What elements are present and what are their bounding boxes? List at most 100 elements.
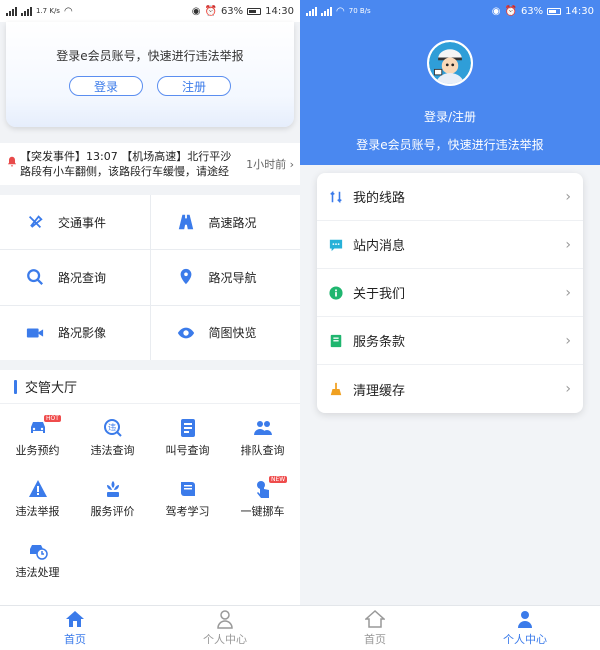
tab-label: 个人中心 (503, 633, 547, 646)
news-text: 【突发事件】13:07 【机场高速】北行平沙路段有小车翻侧，该路段行车缓慢，请途… (20, 150, 232, 178)
eye-status-icon: ◉ (491, 5, 501, 17)
route-icon (330, 190, 342, 203)
chevron-right-icon: › (565, 381, 571, 397)
traffic-hall: 交管大厅 HOT 业务预约 违 违法查询 叫号查询 排队查询 违法举报 服务评价… (0, 370, 300, 605)
hall-item-driving-study[interactable]: 驾考学习 (150, 479, 225, 540)
hot-badge: HOT (44, 415, 61, 422)
hall-item-move-car[interactable]: NEW 一键挪车 (225, 476, 300, 540)
news-time: 1小时前 › (246, 158, 294, 171)
hall-item-service-rating[interactable]: 服务评价 (75, 479, 150, 540)
menu-item-messages[interactable]: 站内消息 › (317, 221, 583, 269)
hall-item-label: 服务评价 (90, 505, 135, 518)
bell-icon (6, 156, 20, 172)
menu-label: 服务条款 (353, 335, 406, 350)
terms-icon (330, 334, 342, 347)
tab-profile[interactable]: 个人中心 (450, 606, 600, 650)
login-register-link[interactable]: 登录/注册 (300, 108, 600, 125)
query-icon: 违 (103, 419, 122, 437)
location-icon (180, 269, 191, 285)
road-icon (178, 214, 193, 230)
hall-item-violation-query[interactable]: 违 违法查询 (75, 418, 150, 479)
login-hint: 登录e会员账号，快速进行违法举报 (356, 138, 544, 152)
login-card: 登录e会员账号，快速进行违法举报 登录 注册 (6, 22, 294, 127)
tab-home[interactable]: 首页 (300, 606, 450, 650)
chevron-right-icon: › (565, 332, 571, 349)
service-road-query[interactable]: 路况查询 (0, 250, 150, 305)
title-accent-bar (14, 379, 17, 394)
hall-item-queue-query[interactable]: 排队查询 (225, 418, 300, 479)
tab-home[interactable]: 首页 (0, 606, 150, 650)
login-prompt: 登录e会员账号，快速进行违法举报 (56, 49, 244, 63)
menu-item-clear-cache[interactable]: 清理缓存 › (317, 365, 583, 413)
tab-bar: 首页 个人中心 (0, 605, 300, 650)
service-highway[interactable]: 高速路况 (150, 195, 300, 250)
status-bar: ◠ 70 B/s ◉ ⏰ 63% 14:30 (300, 0, 600, 22)
avatar[interactable] (427, 40, 473, 86)
profile-menu: 我的线路 › 站内消息 › 关于我们 › 服务条款 › 清理缓存 › (317, 173, 583, 413)
signal-icon (321, 6, 332, 16)
signal-icon (306, 6, 317, 16)
info-icon (329, 285, 343, 300)
tab-label: 首页 (364, 633, 386, 646)
news-ticker[interactable]: 【突发事件】13:07 【机场高速】北行平沙路段有小车翻侧，该路段行车缓慢，请途… (0, 143, 300, 185)
alarm-icon: ⏰ (204, 5, 217, 17)
service-navigation[interactable]: 路况导航 (150, 250, 300, 305)
alarm-icon: ⏰ (504, 5, 517, 17)
login-button[interactable]: 登录 (69, 76, 143, 96)
signal-icon (21, 6, 32, 16)
signal-icon (6, 6, 17, 16)
chevron-right-icon: › (565, 284, 571, 301)
network-speed: 70 B/s (348, 7, 371, 15)
new-badge: NEW (269, 476, 288, 483)
tab-label: 首页 (64, 633, 86, 646)
hall-item-label: 违法查询 (90, 444, 135, 457)
hall-item-label: 驾考学习 (165, 505, 210, 518)
service-label: 路况影像 (58, 326, 107, 341)
number-icon (180, 419, 195, 437)
alert-icon (28, 215, 43, 229)
service-video[interactable]: 路况影像 (0, 305, 150, 360)
menu-label: 清理缓存 (353, 383, 406, 399)
status-bar: 1.7 K/s ◠ ◉ ⏰ 63% 14:30 (0, 0, 300, 22)
hall-item-label: 违法举报 (15, 505, 60, 518)
battery-icon (247, 7, 262, 15)
tab-profile[interactable]: 个人中心 (150, 606, 300, 650)
police-avatar-icon (429, 42, 471, 84)
menu-item-terms[interactable]: 服务条款 › (317, 317, 583, 365)
message-icon (329, 239, 343, 251)
service-traffic-event[interactable]: 交通事件 (0, 195, 150, 250)
wifi-icon: ◠ (336, 5, 345, 17)
battery-icon (547, 7, 562, 15)
hall-item-label: 排队查询 (240, 444, 285, 457)
video-icon (26, 328, 44, 338)
warning-icon (28, 480, 47, 497)
hall-item-label: 业务预约 (15, 444, 60, 457)
hall-item-appointment[interactable]: HOT 业务预约 (0, 415, 75, 479)
battery-percent: 63% (520, 5, 544, 17)
clock: 14:30 (265, 5, 294, 17)
hall-item-violation-process[interactable]: 违法处理 (0, 540, 75, 601)
section-title: 交管大厅 (0, 370, 300, 404)
hall-item-violation-report[interactable]: 违法举报 (0, 479, 75, 540)
hall-item-number-query[interactable]: 叫号查询 (150, 418, 225, 479)
menu-label: 站内消息 (353, 239, 406, 254)
broom-icon (330, 382, 342, 396)
home-icon (365, 609, 385, 628)
person-icon (217, 610, 233, 629)
home-icon (66, 611, 84, 627)
eye-icon (177, 327, 194, 339)
service-label: 交通事件 (58, 215, 107, 230)
car-process-icon (29, 545, 48, 560)
service-label: 高速路况 (208, 215, 257, 230)
register-button[interactable]: 注册 (157, 76, 231, 96)
tab-bar: 首页 个人中心 (300, 605, 600, 650)
service-label: 路况导航 (208, 270, 257, 285)
clock: 14:30 (565, 5, 594, 17)
menu-item-about[interactable]: 关于我们 › (317, 269, 583, 317)
service-overview[interactable]: 简图快览 (150, 305, 300, 360)
home-screen: 1.7 K/s ◠ ◉ ⏰ 63% 14:30 登录e会员账号，快速进行违法举报… (0, 0, 300, 650)
chevron-right-icon: › (565, 188, 571, 205)
wifi-icon: ◠ (63, 5, 73, 17)
menu-item-my-routes[interactable]: 我的线路 › (317, 173, 583, 221)
hall-item-label: 一键挪车 (240, 505, 285, 518)
